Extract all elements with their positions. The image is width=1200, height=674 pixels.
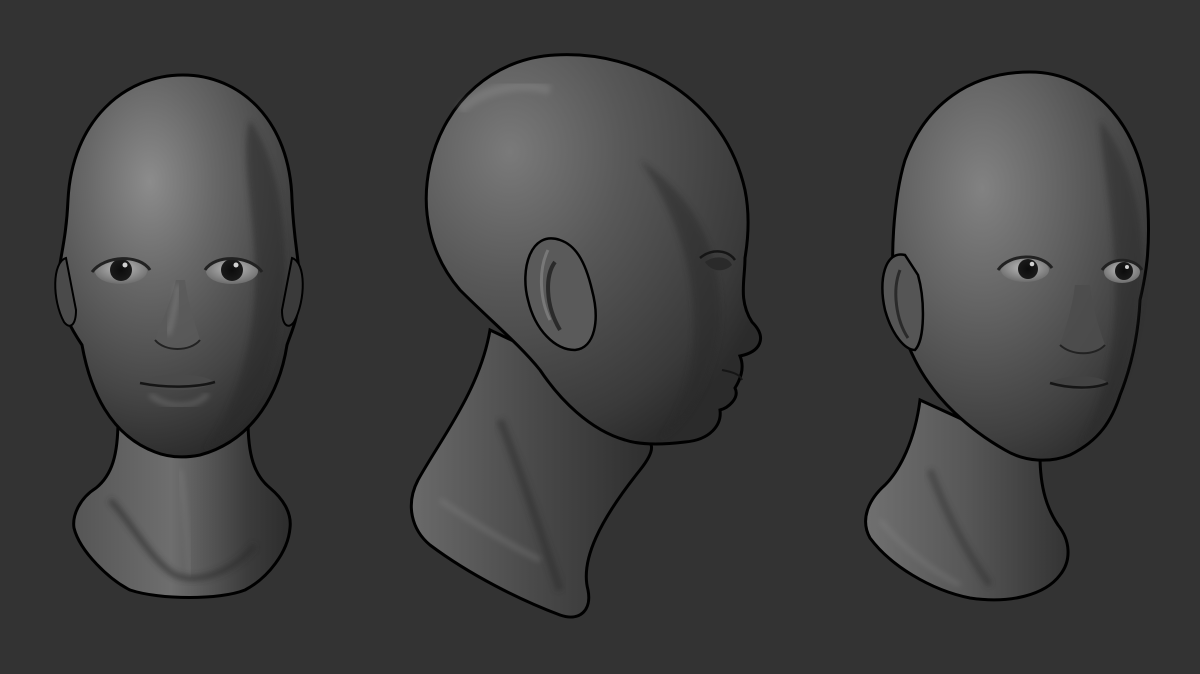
bust-three-quarter-view	[864, 70, 1151, 602]
bust-profile-view	[409, 53, 762, 619]
render-viewport	[0, 0, 1200, 674]
bust-front-view	[54, 73, 304, 599]
render-canvas	[54, 53, 1151, 619]
